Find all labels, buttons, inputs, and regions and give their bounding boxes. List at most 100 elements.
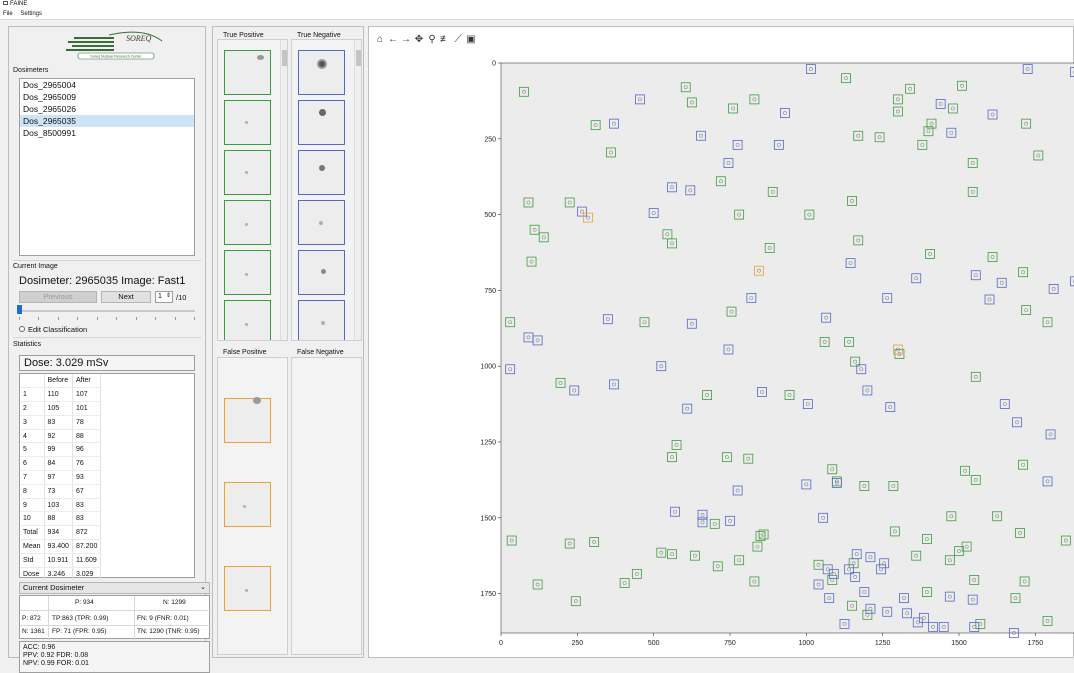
thumbnail[interactable] bbox=[298, 150, 345, 195]
stats-header: Before bbox=[44, 374, 72, 388]
dosimeter-item-selected[interactable]: Dos_2965035 bbox=[20, 115, 194, 127]
thumbnail[interactable] bbox=[224, 50, 271, 95]
tn-cell: TN: 1290 (TNR: 0.95) bbox=[137, 628, 200, 635]
true-negative-gallery: True Negative bbox=[291, 27, 357, 347]
y-tick-label: 1250 bbox=[480, 439, 496, 446]
table-cell: 934 bbox=[44, 526, 72, 540]
table-cell: 93.400 bbox=[44, 540, 72, 554]
table-cell: Dose bbox=[20, 567, 44, 581]
logo-text: SOREQ bbox=[126, 34, 152, 43]
table-cell: 73 bbox=[44, 484, 72, 498]
table-row: 59996 bbox=[20, 443, 101, 457]
thumbnail[interactable] bbox=[224, 150, 271, 195]
window-title: FAINE bbox=[10, 1, 27, 7]
scrollbar[interactable] bbox=[280, 40, 288, 340]
dosimeter-item[interactable]: Dos_8500991 bbox=[20, 127, 194, 139]
table-cell: 107 bbox=[72, 388, 100, 402]
thumbnail[interactable] bbox=[298, 50, 345, 95]
table-row: Total934872 bbox=[20, 526, 101, 540]
thumbnail[interactable] bbox=[224, 100, 271, 145]
thumbnail[interactable] bbox=[224, 250, 271, 295]
y-tick-label: 1750 bbox=[480, 591, 496, 598]
false-positive-gallery: False Positive bbox=[217, 347, 283, 657]
x-tick-label: 1500 bbox=[951, 640, 967, 647]
image-title: Dosimeter: 2965035 Image: Fast1 bbox=[19, 275, 185, 287]
table-cell: 93 bbox=[72, 471, 100, 485]
scrollbar[interactable] bbox=[354, 40, 362, 340]
stats-header: After bbox=[72, 374, 100, 388]
chevron-down-icon[interactable]: ⌄ bbox=[200, 583, 206, 593]
fn-cell: FN: 9 (FNR: 0.01) bbox=[137, 615, 189, 622]
image-plot-panel: ⌂ ← → ✥ ⚲ ≢ ⟋ ▣ 025050075010001250150017… bbox=[368, 26, 1074, 658]
x-tick-label: 750 bbox=[724, 640, 736, 647]
thumbnail[interactable] bbox=[224, 398, 271, 443]
thumbnail[interactable] bbox=[224, 300, 271, 341]
table-cell: Std bbox=[20, 553, 44, 567]
table-cell: 97 bbox=[44, 471, 72, 485]
edit-classification-radio[interactable] bbox=[19, 326, 25, 332]
detection-plot[interactable]: 0250500750100012501500175002505007501000… bbox=[369, 27, 1074, 659]
metrics-box: ACC: 0.96 PPV: 0.92 FDR: 0.08 NPV: 0.99 … bbox=[19, 641, 210, 673]
table-cell: 1 bbox=[20, 388, 44, 402]
table-cell: 10.911 bbox=[44, 553, 72, 567]
statistics-label: Statistics bbox=[13, 341, 41, 348]
logo-subtext: Soreq Nuclear Research Center bbox=[90, 55, 142, 59]
thumbnail[interactable] bbox=[298, 200, 345, 245]
x-tick-label: 0 bbox=[499, 640, 503, 647]
table-row: Std10.91111.609 bbox=[20, 553, 101, 567]
table-row: 910383 bbox=[20, 498, 101, 512]
dosimeter-item[interactable]: Dos_2965004 bbox=[20, 79, 194, 91]
dosimeter-list[interactable]: Dos_2965004 Dos_2965009 Dos_2965026 Dos_… bbox=[19, 78, 195, 256]
image-slider-track[interactable] bbox=[19, 310, 195, 312]
table-cell: 99 bbox=[44, 443, 72, 457]
y-tick-label: 0 bbox=[492, 61, 496, 68]
false-positive-list[interactable] bbox=[217, 357, 288, 655]
menu-settings[interactable]: Settings bbox=[20, 11, 42, 17]
thumbnail[interactable] bbox=[224, 482, 271, 527]
dosimeters-label: Dosimeters bbox=[13, 67, 48, 74]
control-panel: SOREQ Soreq Nuclear Research Center Dosi… bbox=[8, 26, 206, 658]
true-negative-list[interactable] bbox=[291, 39, 362, 341]
false-negative-list[interactable] bbox=[291, 357, 362, 655]
p-row-label: P: 872 bbox=[22, 615, 41, 622]
true-positive-list[interactable] bbox=[217, 39, 288, 341]
thumbnail[interactable] bbox=[298, 300, 345, 341]
dose-display: Dose: 3.029 mSv bbox=[19, 355, 195, 371]
x-tick-label: 1000 bbox=[799, 640, 815, 647]
p-header: P: 934 bbox=[75, 599, 94, 606]
thumbnail[interactable] bbox=[224, 566, 271, 611]
next-button[interactable]: Next bbox=[101, 291, 151, 303]
true-negative-label: True Negative bbox=[295, 32, 343, 39]
table-cell: 96 bbox=[72, 443, 100, 457]
previous-button[interactable]: Previous bbox=[19, 291, 97, 303]
current-dosimeter-combo[interactable]: Current Dosimeter ⌄ bbox=[19, 582, 210, 594]
classification-galleries: True Positive True Negative False Positi… bbox=[212, 26, 364, 658]
table-cell: 92 bbox=[44, 429, 72, 443]
thumbnail[interactable] bbox=[224, 200, 271, 245]
stepper-arrows-icon[interactable]: ⇕ bbox=[166, 291, 171, 301]
table-cell: 3.246 bbox=[44, 567, 72, 581]
menu-file[interactable]: File bbox=[3, 11, 13, 17]
x-tick-label: 1750 bbox=[1028, 640, 1044, 647]
combo-label: Current Dosimeter bbox=[23, 583, 84, 592]
table-cell: Mean bbox=[20, 540, 44, 554]
dosimeter-item[interactable]: Dos_2965026 bbox=[20, 103, 194, 115]
true-positive-label: True Positive bbox=[221, 32, 266, 39]
edit-classification-label: Edit Classification bbox=[28, 325, 87, 334]
table-cell: 7 bbox=[20, 471, 44, 485]
table-cell: 83 bbox=[72, 498, 100, 512]
image-slider-handle[interactable] bbox=[17, 305, 22, 314]
table-row: Dose3.2463.029 bbox=[20, 567, 101, 581]
dosimeter-item[interactable]: Dos_2965009 bbox=[20, 91, 194, 103]
image-index-stepper[interactable]: 1⇕ bbox=[155, 291, 173, 303]
thumbnail[interactable] bbox=[298, 250, 345, 295]
table-row: 2105101 bbox=[20, 402, 101, 416]
table-row: 108883 bbox=[20, 512, 101, 526]
x-tick-label: 250 bbox=[571, 640, 583, 647]
thumbnail[interactable] bbox=[298, 100, 345, 145]
x-tick-label: 1250 bbox=[875, 640, 891, 647]
fp-cell: FP: 71 (FPR: 0.95) bbox=[52, 628, 107, 635]
table-cell: 6 bbox=[20, 457, 44, 471]
statistics-table: Before After 111010721051013837849288599… bbox=[19, 373, 195, 578]
true-positive-gallery: True Positive bbox=[217, 27, 283, 347]
